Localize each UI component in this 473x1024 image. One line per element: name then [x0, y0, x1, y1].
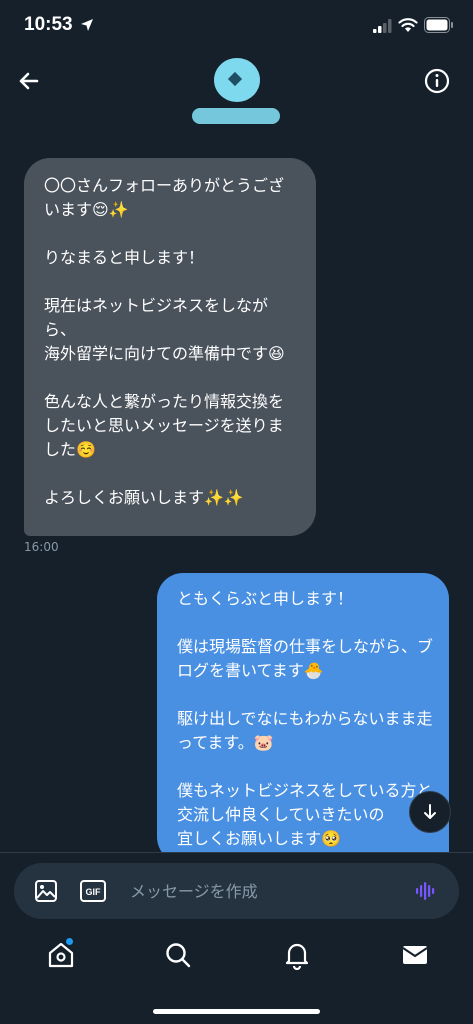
message-composer: GIF: [14, 863, 459, 919]
redacted-username: [192, 108, 280, 124]
voice-wave-icon[interactable]: [414, 879, 438, 903]
message-input[interactable]: [130, 877, 400, 905]
status-bar: 10:53: [0, 0, 473, 52]
mail-icon[interactable]: [400, 940, 430, 970]
conversation-header: [0, 52, 473, 132]
bell-icon[interactable]: [282, 940, 312, 970]
outgoing-message-bubble[interactable]: ともくらぶと申します！ 僕は現場監督の仕事をしながら、ブログを書いてます🐣 駆け…: [157, 573, 449, 863]
info-icon[interactable]: [422, 66, 452, 96]
home-indicator: [153, 1009, 320, 1014]
battery-icon: [424, 17, 453, 33]
home-icon[interactable]: [46, 940, 76, 970]
cellular-signal-icon: [373, 19, 392, 33]
arrow-down-icon: [424, 804, 436, 819]
search-icon[interactable]: [163, 940, 193, 970]
back-arrow-icon[interactable]: [14, 66, 44, 96]
notification-dot: [66, 938, 73, 945]
gif-icon[interactable]: GIF: [80, 879, 106, 903]
location-arrow-icon: [81, 19, 93, 31]
incoming-message-bubble[interactable]: 〇〇さんフォローありがとうございます😌✨ りなまると申します！ 現在はネットビジ…: [24, 158, 316, 536]
image-icon[interactable]: [34, 879, 58, 903]
wifi-icon: [398, 18, 418, 32]
message-timestamp: 16:00: [24, 540, 59, 554]
gif-label: GIF: [86, 887, 102, 897]
status-time: 10:53: [24, 14, 73, 35]
scroll-to-bottom-button[interactable]: [409, 791, 451, 833]
